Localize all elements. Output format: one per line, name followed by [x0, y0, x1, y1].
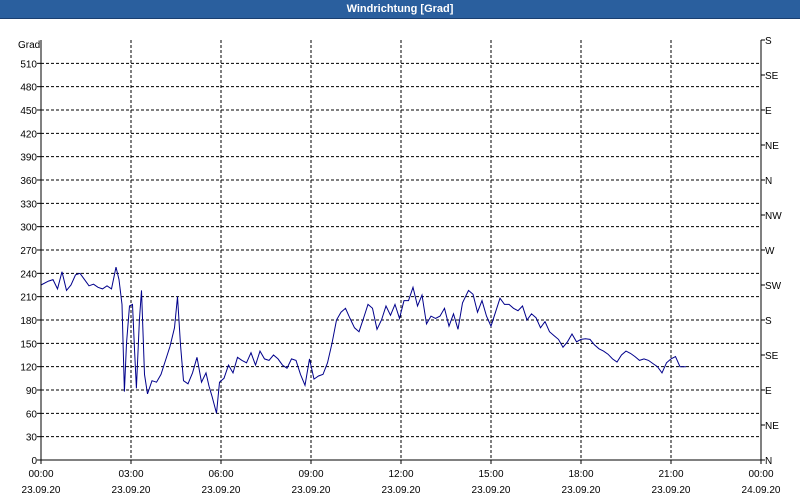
right-tick-label: SE: [765, 71, 779, 82]
right-tick-label: E: [765, 386, 772, 397]
y-tick-label: 330: [20, 199, 37, 210]
x-tick-date: 23.09.20: [292, 485, 331, 496]
x-tick-date: 23.09.20: [472, 485, 511, 496]
y-tick-label: 240: [20, 269, 37, 280]
x-tick-date: 24.09.20: [742, 485, 781, 496]
y-axis-label: Grad: [18, 40, 40, 51]
y-tick-label: 120: [20, 363, 37, 374]
series-group: [40, 266, 686, 414]
y-tick-label: 450: [20, 106, 37, 117]
x-axis-ticks: 00:00 23.09.20 03:00 23.09.20 06:00 23.09.20 0…: [22, 460, 781, 496]
y-tick-label: 90: [26, 386, 38, 397]
y-tick-label: 510: [20, 59, 37, 70]
x-tick-time: 15:00: [478, 469, 503, 480]
x-tick-time: 06:00: [208, 469, 233, 480]
y-tick-label: 270: [20, 246, 37, 257]
right-tick-label: NE: [765, 141, 779, 152]
y-tick-label: 0: [31, 456, 37, 467]
x-tick-date: 23.09.20: [562, 485, 601, 496]
x-tick-date: 23.09.20: [22, 485, 61, 496]
x-tick-date: 23.09.20: [202, 485, 241, 496]
x-tick-time: 21:00: [658, 469, 683, 480]
right-tick-label: N: [765, 456, 772, 467]
right-tick-label: S: [765, 36, 772, 47]
y-tick-label: 180: [20, 316, 37, 327]
right-tick-label: NW: [765, 211, 782, 222]
right-tick-label: E: [765, 106, 772, 117]
right-tick-label: N: [765, 176, 772, 187]
x-tick-time: 18:00: [568, 469, 593, 480]
right-tick-label: S: [765, 316, 772, 327]
right-tick-label: SW: [765, 281, 782, 292]
y-tick-label: 420: [20, 129, 37, 140]
grid: [41, 40, 761, 460]
y-tick-label: 210: [20, 293, 37, 304]
y-tick-label: 300: [20, 223, 37, 234]
x-tick-date: 23.09.20: [382, 485, 421, 496]
right-tick-label: SE: [765, 351, 779, 362]
x-tick-time: 12:00: [388, 469, 413, 480]
x-tick-time: 00:00: [748, 469, 773, 480]
x-tick-time: 00:00: [28, 469, 53, 480]
y-axis-ticks: 0 30 60 90 120 150 180 210 240 270 300 330 360 390 420…: [20, 59, 41, 467]
y-tick-label: 390: [20, 153, 37, 164]
line-chart: Grad 0 30 60 90 120 150 180 210 240 270 300 330 360 3…: [18, 36, 782, 496]
right-tick-label: W: [765, 246, 775, 257]
right-axis-ticks: N NE E SE S SW W NW N NE E SE S: [761, 36, 782, 467]
y-tick-label: 360: [20, 176, 37, 187]
right-tick-label: NE: [765, 421, 779, 432]
y-tick-label: 150: [20, 339, 37, 350]
x-tick-date: 23.09.20: [112, 485, 151, 496]
x-tick-time: 09:00: [298, 469, 323, 480]
series-line: [40, 266, 686, 414]
y-tick-label: 480: [20, 83, 37, 94]
x-tick-time: 03:00: [118, 469, 143, 480]
x-tick-date: 23.09.20: [652, 485, 691, 496]
y-tick-label: 60: [26, 409, 38, 420]
y-tick-label: 30: [26, 433, 38, 444]
